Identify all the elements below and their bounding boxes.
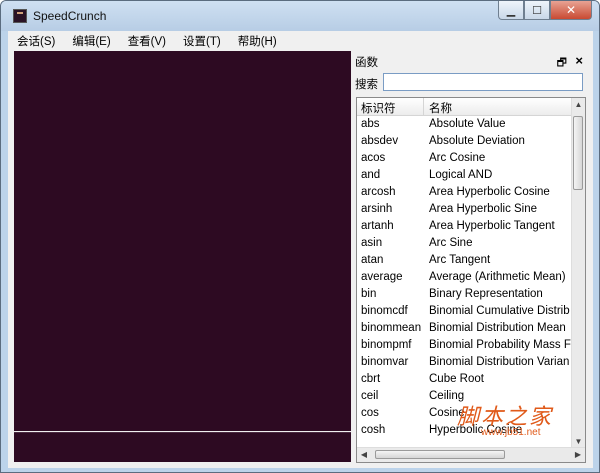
table-row[interactable]: arcosh Area Hyperbolic Cosine <box>357 184 573 201</box>
function-name: Binary Representation <box>429 288 543 300</box>
watermark-url: www.jb51.net <box>481 427 541 438</box>
table-row[interactable]: arsinh Area Hyperbolic Sine <box>357 201 573 218</box>
table-row[interactable]: acos Arc Cosine <box>357 150 573 167</box>
header-divider <box>423 98 424 115</box>
float-icon[interactable]: 🗗 <box>557 54 567 73</box>
maximize-button[interactable]: ☐ <box>524 1 550 20</box>
scroll-thumb[interactable] <box>573 116 583 190</box>
function-identifier: and <box>361 169 381 181</box>
function-identifier: binomcdf <box>361 305 408 317</box>
close-button[interactable]: ✕ <box>550 1 592 20</box>
table-row[interactable]: binommean Binomial Distribution Mean <box>357 320 573 337</box>
table-row[interactable]: bin Binary Representation <box>357 286 573 303</box>
function-identifier: ceil <box>361 390 379 402</box>
menu-settings[interactable]: 设置(T) <box>174 33 229 49</box>
dock-title: 函数 <box>355 57 378 69</box>
table-row[interactable]: average Average (Arithmetic Mean) <box>357 269 573 286</box>
function-identifier: average <box>361 271 403 283</box>
function-identifier: absdev <box>361 135 399 147</box>
vertical-scrollbar[interactable]: ▲ ▼ <box>571 98 585 449</box>
function-identifier: bin <box>361 288 377 300</box>
table-row[interactable]: binomvar Binomial Distribution Varian <box>357 354 573 371</box>
scroll-right-icon[interactable]: ▶ <box>571 448 585 462</box>
function-name: Cube Root <box>429 373 484 385</box>
menu-edit[interactable]: 编辑(E) <box>63 33 118 49</box>
expression-editor[interactable] <box>14 432 351 462</box>
function-name: Arc Tangent <box>429 254 491 266</box>
table-row[interactable]: abs Absolute Value <box>357 116 573 133</box>
table-rows: abs Absolute Value absdev Absolute Deviatio… <box>357 116 573 446</box>
function-identifier: arcosh <box>361 186 396 198</box>
function-name: Absolute Value <box>429 118 506 130</box>
table-row[interactable]: cbrt Cube Root <box>357 371 573 388</box>
search-label: 搜索 <box>355 77 378 91</box>
result-display[interactable] <box>14 51 351 431</box>
table-row[interactable]: binompmf Binomial Probability Mass F <box>357 337 573 354</box>
function-identifier: cbrt <box>361 373 381 385</box>
app-window: SpeedCrunch ▁ ☐ ✕ 会话(S) 编辑(E) 查看(V) 设置(T… <box>0 0 600 473</box>
scroll-left-icon[interactable]: ◀ <box>357 448 371 462</box>
menu-bar: 会话(S) 编辑(E) 查看(V) 设置(T) 帮助(H) <box>8 31 593 51</box>
function-identifier: arsinh <box>361 203 393 215</box>
hscroll-thumb[interactable] <box>375 450 505 459</box>
menu-session[interactable]: 会话(S) <box>8 33 63 49</box>
function-name: Arc Sine <box>429 237 473 249</box>
table-row[interactable]: binomcdf Binomial Cumulative Distrib <box>357 303 573 320</box>
function-identifier: abs <box>361 118 380 130</box>
function-name: Area Hyperbolic Cosine <box>429 186 550 198</box>
menu-view[interactable]: 查看(V) <box>119 33 174 49</box>
function-name: Binomial Distribution Varian <box>429 356 570 368</box>
function-name: Average (Arithmetic Mean) <box>429 271 566 283</box>
function-name: Absolute Deviation <box>429 135 525 147</box>
function-identifier: cos <box>361 407 379 419</box>
function-identifier: atan <box>361 254 384 266</box>
dock-title-bar[interactable]: 函数 🗗 × <box>353 53 587 70</box>
function-identifier: binommean <box>361 322 422 334</box>
table-row[interactable]: asin Arc Sine <box>357 235 573 252</box>
table-row[interactable]: atan Arc Tangent <box>357 252 573 269</box>
function-identifier: acos <box>361 152 386 164</box>
close-icon[interactable]: × <box>575 53 583 68</box>
function-name: Binomial Probability Mass F <box>429 339 571 351</box>
window-title: SpeedCrunch <box>33 9 107 23</box>
function-name: Arc Cosine <box>429 152 486 164</box>
function-name: Area Hyperbolic Tangent <box>429 220 555 232</box>
function-identifier: artanh <box>361 220 394 232</box>
header-identifier[interactable]: 标识符 <box>361 100 396 116</box>
function-name: Logical AND <box>429 169 493 181</box>
menu-help[interactable]: 帮助(H) <box>229 33 285 49</box>
function-identifier: cosh <box>361 424 386 436</box>
function-identifier: asin <box>361 237 383 249</box>
app-icon <box>13 9 27 23</box>
function-identifier: binomvar <box>361 356 409 368</box>
scroll-up-icon[interactable]: ▲ <box>572 98 585 112</box>
caption-buttons: ▁ ☐ ✕ <box>498 1 592 21</box>
function-name: Area Hyperbolic Sine <box>429 203 538 215</box>
title-bar[interactable]: SpeedCrunch ▁ ☐ ✕ <box>1 1 599 31</box>
table-row[interactable]: and Logical AND <box>357 167 573 184</box>
table-row[interactable]: absdev Absolute Deviation <box>357 133 573 150</box>
horizontal-scrollbar[interactable]: ◀ ▶ <box>357 447 585 462</box>
minimize-button[interactable]: ▁ <box>498 1 524 20</box>
search-input[interactable] <box>383 73 583 91</box>
table-row[interactable]: artanh Area Hyperbolic Tangent <box>357 218 573 235</box>
table-header: 标识符 名称 <box>357 98 573 116</box>
function-identifier: binompmf <box>361 339 412 351</box>
function-name: Binomial Distribution Mean <box>429 322 566 334</box>
function-name: Binomial Cumulative Distrib <box>429 305 570 317</box>
header-name[interactable]: 名称 <box>429 100 452 116</box>
